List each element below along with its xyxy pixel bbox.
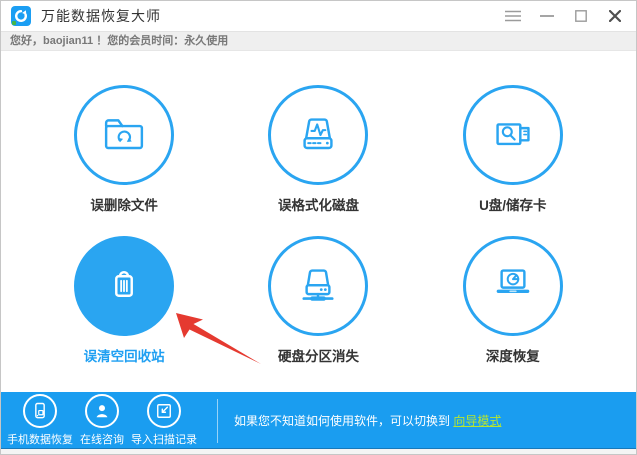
folder-recycle-icon [105, 119, 144, 150]
window-title: 万能数据恢复大师 [41, 8, 161, 24]
person-icon [85, 394, 119, 428]
feature-circle [74, 85, 175, 185]
laptop-recovery-icon [496, 269, 530, 293]
disk-pulse-icon [303, 118, 334, 150]
feature-formatted-disk[interactable]: 误格式化磁盘 [221, 85, 415, 214]
app-window: 万能数据恢复大师 您好，baojian11 ！您的会员时间：永久使用 误删除文件… [0, 0, 637, 455]
window-controls [496, 1, 636, 31]
phone-icon [23, 394, 57, 428]
feature-label: 误格式化磁盘 [277, 198, 359, 213]
feature-circle [462, 236, 563, 336]
feature-label: U盘/储存卡 [479, 198, 547, 213]
feature-circle [268, 236, 369, 336]
import-scan-record-button[interactable]: 导入扫描记录 [131, 394, 197, 447]
membership-status-bar: 您好，baojian11 ！您的会员时间：永久使用 [1, 31, 636, 51]
bottom-toolbar: 手机数据恢复 在线咨询 导入扫描记录 如果您不知道如何使用软件，可以切换到 向导… [1, 392, 636, 449]
phone-data-recovery-button[interactable]: 手机数据恢复 [7, 394, 73, 447]
logo-status-dot [12, 21, 16, 25]
minimize-icon[interactable] [530, 1, 564, 31]
bottom-item-label: 导入扫描记录 [131, 434, 197, 446]
feature-label: 误清空回收站 [83, 349, 165, 364]
app-logo-icon [11, 6, 31, 26]
feature-recycle-bin[interactable]: 误清空回收站 [27, 236, 221, 365]
drive-partition-icon [302, 269, 335, 301]
feature-deep-recovery[interactable]: 深度恢复 [416, 236, 610, 365]
usb-search-icon [496, 123, 530, 146]
menu-icon[interactable] [496, 1, 530, 31]
feature-circle [268, 85, 369, 185]
bottom-item-label: 手机数据恢复 [7, 434, 73, 446]
title-bar: 万能数据恢复大师 [1, 1, 636, 31]
close-icon[interactable] [598, 1, 632, 31]
feature-usb-storage[interactable]: U盘/储存卡 [416, 85, 610, 214]
greeting-text: 您好，baojian11 ！您的会员时间：永久使用 [10, 35, 229, 47]
maximize-icon[interactable] [564, 1, 598, 31]
feature-grid: 误删除文件 误格式化磁盘 U盘/储存卡 误清空回收站 硬盘分区消失 深度恢复 [1, 51, 636, 392]
feature-circle-selected [74, 236, 175, 336]
window-bottom-edge [1, 448, 636, 454]
feature-circle [462, 85, 563, 185]
feature-label: 深度恢复 [485, 349, 540, 364]
feature-label: 硬盘分区消失 [277, 349, 359, 364]
feature-lost-partition[interactable]: 硬盘分区消失 [221, 236, 415, 365]
import-record-icon [147, 394, 181, 428]
wizard-mode-link[interactable]: 向导模式 [453, 414, 501, 428]
bottom-item-label: 在线咨询 [80, 434, 124, 446]
toolbar-divider [217, 398, 218, 443]
online-support-button[interactable]: 在线咨询 [71, 394, 133, 447]
trash-icon [115, 270, 134, 297]
feature-label: 误删除文件 [90, 198, 158, 213]
hint-text: 如果您不知道如何使用软件，可以切换到 [234, 414, 451, 428]
feature-deleted-files[interactable]: 误删除文件 [27, 85, 221, 214]
wizard-mode-hint: 如果您不知道如何使用软件，可以切换到 向导模式 [234, 412, 501, 429]
